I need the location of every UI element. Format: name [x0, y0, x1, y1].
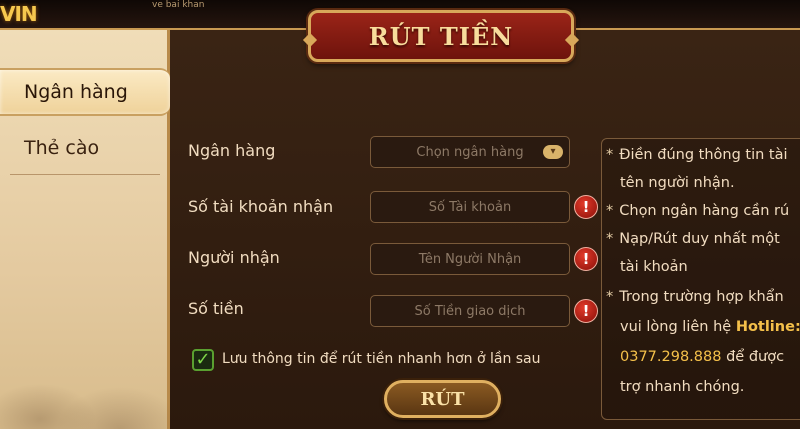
tab-bank-label: Ngân hàng: [24, 81, 128, 103]
info-line: vui lòng liên hệ Hotline:: [620, 319, 800, 335]
info-line: * Trong trường hợp khẩn: [606, 289, 784, 305]
account-input[interactable]: Số Tài khoản: [370, 191, 570, 223]
info-box: * Điền đúng thông tin tài tên người nhận.…: [601, 138, 800, 420]
recipient-label: Người nhận: [188, 248, 280, 267]
warning-icon: !: [574, 299, 598, 323]
bank-select[interactable]: Chọn ngân hàng ▾: [370, 136, 570, 168]
title-banner: RÚT TIỀN: [302, 10, 580, 62]
recipient-input[interactable]: Tên Người Nhận: [370, 243, 570, 275]
amount-label: Số tiền: [188, 299, 244, 318]
save-info-checkbox[interactable]: ✓: [192, 349, 214, 371]
bank-label: Ngân hàng: [188, 141, 276, 160]
withdraw-button-label: RÚT: [420, 388, 465, 410]
amount-placeholder: Số Tiền giao dịch: [414, 303, 526, 319]
amount-input[interactable]: Số Tiền giao dịch: [370, 295, 570, 327]
checkmark-icon: ✓: [195, 349, 211, 370]
warning-icon: !: [574, 247, 598, 271]
tab-card-label: Thẻ cào: [24, 137, 100, 159]
sidebar-background: [0, 269, 170, 429]
account-placeholder: Số Tài khoản: [428, 199, 512, 215]
info-line: tên người nhận.: [620, 175, 735, 191]
save-info-label: Lưu thông tin để rút tiền nhanh hơn ở lầ…: [222, 351, 541, 367]
sidebar: Ngân hàng Thẻ cào: [0, 30, 170, 429]
bank-select-value: Chọn ngân hàng: [416, 144, 524, 160]
warning-icon: !: [574, 195, 598, 219]
tab-card[interactable]: Thẻ cào: [0, 124, 170, 172]
info-line: * Chọn ngân hàng cần rú: [606, 203, 790, 219]
info-line: * Nạp/Rút duy nhất một: [606, 231, 780, 247]
info-line: * Điền đúng thông tin tài: [606, 147, 788, 163]
bank-dropdown-icon[interactable]: ▾: [543, 145, 563, 159]
account-label: Số tài khoản nhận: [188, 197, 334, 216]
withdraw-button[interactable]: RÚT: [384, 380, 501, 418]
info-line: tài khoản: [620, 259, 688, 275]
hotline-number: 0377.298.888: [620, 349, 722, 365]
top-text: ve bai khan: [152, 0, 205, 10]
hotline-label: Hotline:: [735, 319, 800, 335]
recipient-placeholder: Tên Người Nhận: [418, 251, 522, 267]
info-line: trợ nhanh chóng.: [620, 379, 745, 395]
page-title: RÚT TIỀN: [368, 21, 514, 51]
tab-bank[interactable]: Ngân hàng: [0, 68, 170, 116]
info-line: 0377.298.888 để được: [620, 349, 785, 365]
tab-divider: [10, 174, 160, 175]
